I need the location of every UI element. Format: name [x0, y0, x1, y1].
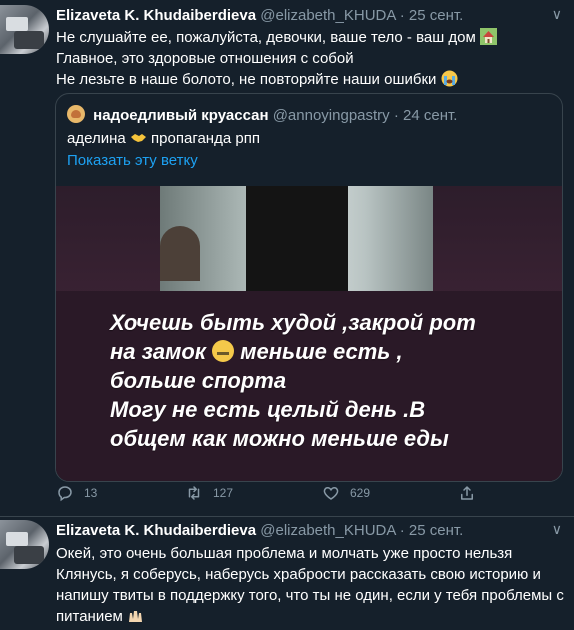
caption-line: на замок меньше есть ,	[110, 337, 530, 366]
quoted-tweet-header: надоедливый круассан @annoyingpastry · 2…	[67, 105, 457, 124]
quoted-media-image[interactable]: Хочешь быть худой ,закрой рот на замок м…	[56, 186, 562, 481]
media-photo-detail	[160, 226, 200, 281]
tweet-text: Не слушайте ее, пожалуйста, девочки, ваш…	[56, 27, 498, 90]
quoted-author-avatar[interactable]	[67, 105, 85, 123]
like-button[interactable]: 629	[322, 484, 370, 502]
tweet-text: Окей, это очень большая проблема и молча…	[56, 543, 564, 627]
loudly-crying-face-icon	[441, 70, 458, 87]
tweet-date[interactable]: 25 сент.	[409, 522, 463, 539]
chevron-down-icon[interactable]	[552, 6, 562, 23]
retweet-button[interactable]: 127	[185, 484, 233, 502]
tweet-line: Не слушайте ее, пожалуйста, девочки, ваш…	[56, 29, 476, 46]
quoted-author-name[interactable]: надоедливый круассан	[93, 107, 268, 124]
separator-dot: ·	[399, 7, 405, 24]
caption-line: Хочешь быть худой ,закрой рот	[110, 310, 476, 335]
house-with-garden-icon	[480, 28, 498, 45]
tweet-line: Главное, это здоровые отношения с собой	[56, 50, 354, 67]
caption-text: на замок	[110, 339, 206, 364]
tweet-header: Elizaveta K. Khudaiberdieva @elizabeth_K…	[56, 7, 463, 24]
media-photo-figure	[246, 186, 348, 291]
author-handle[interactable]: @elizabeth_KHUDA	[260, 7, 395, 24]
zipper-mouth-face-icon	[212, 340, 235, 362]
quoted-tweet-date: 24 сент.	[403, 107, 458, 124]
reply-icon	[58, 486, 72, 502]
quoted-tweet[interactable]: надоедливый круассан @annoyingpastry · 2…	[55, 93, 563, 482]
media-caption: Хочешь быть худой ,закрой рот на замок м…	[110, 308, 530, 453]
reply-button[interactable]: 13	[56, 484, 97, 502]
tweet[interactable]: Elizaveta K. Khudaiberdieva @elizabeth_K…	[0, 0, 574, 517]
caption-line: общем как можно меньше еды	[110, 426, 449, 451]
handshake-icon	[130, 129, 147, 146]
share-button[interactable]	[458, 484, 476, 502]
author-handle[interactable]: @elizabeth_KHUDA	[260, 522, 395, 539]
caption-line: больше спорта	[110, 368, 287, 393]
tweet-actions: 13 127 629	[56, 484, 516, 502]
retweet-count: 127	[213, 486, 234, 500]
chevron-down-icon[interactable]	[552, 521, 562, 538]
tweet-header: Elizaveta K. Khudaiberdieva @elizabeth_K…	[56, 522, 463, 539]
avatar[interactable]	[0, 520, 49, 569]
caption-text: меньше есть ,	[240, 339, 403, 364]
heart-icon	[323, 486, 339, 500]
retweet-icon	[188, 486, 200, 500]
separator-dot: ·	[399, 522, 405, 539]
author-name[interactable]: Elizaveta K. Khudaiberdieva	[56, 522, 256, 539]
show-thread-link[interactable]: Показать эту ветку	[67, 152, 198, 169]
avatar[interactable]	[0, 5, 49, 54]
quoted-text-part: аделина	[67, 130, 126, 147]
quoted-tweet-text: аделина пропаганда рпп	[67, 129, 260, 147]
tweet-line: Не лезьте в наше болото, не повторяйте н…	[56, 71, 437, 88]
quoted-text-part: пропаганда рпп	[151, 130, 260, 147]
separator-dot: ·	[393, 107, 399, 124]
tweet-date[interactable]: 25 сент.	[409, 7, 463, 24]
like-count: 629	[350, 486, 371, 500]
quoted-author-handle[interactable]: @annoyingpastry	[273, 107, 390, 124]
caption-line: Могу не есть целый день .В	[110, 397, 426, 422]
raising-hands-icon	[127, 607, 144, 624]
author-name[interactable]: Elizaveta K. Khudaiberdieva	[56, 7, 256, 24]
reply-count: 13	[84, 486, 98, 500]
share-icon	[461, 486, 473, 500]
